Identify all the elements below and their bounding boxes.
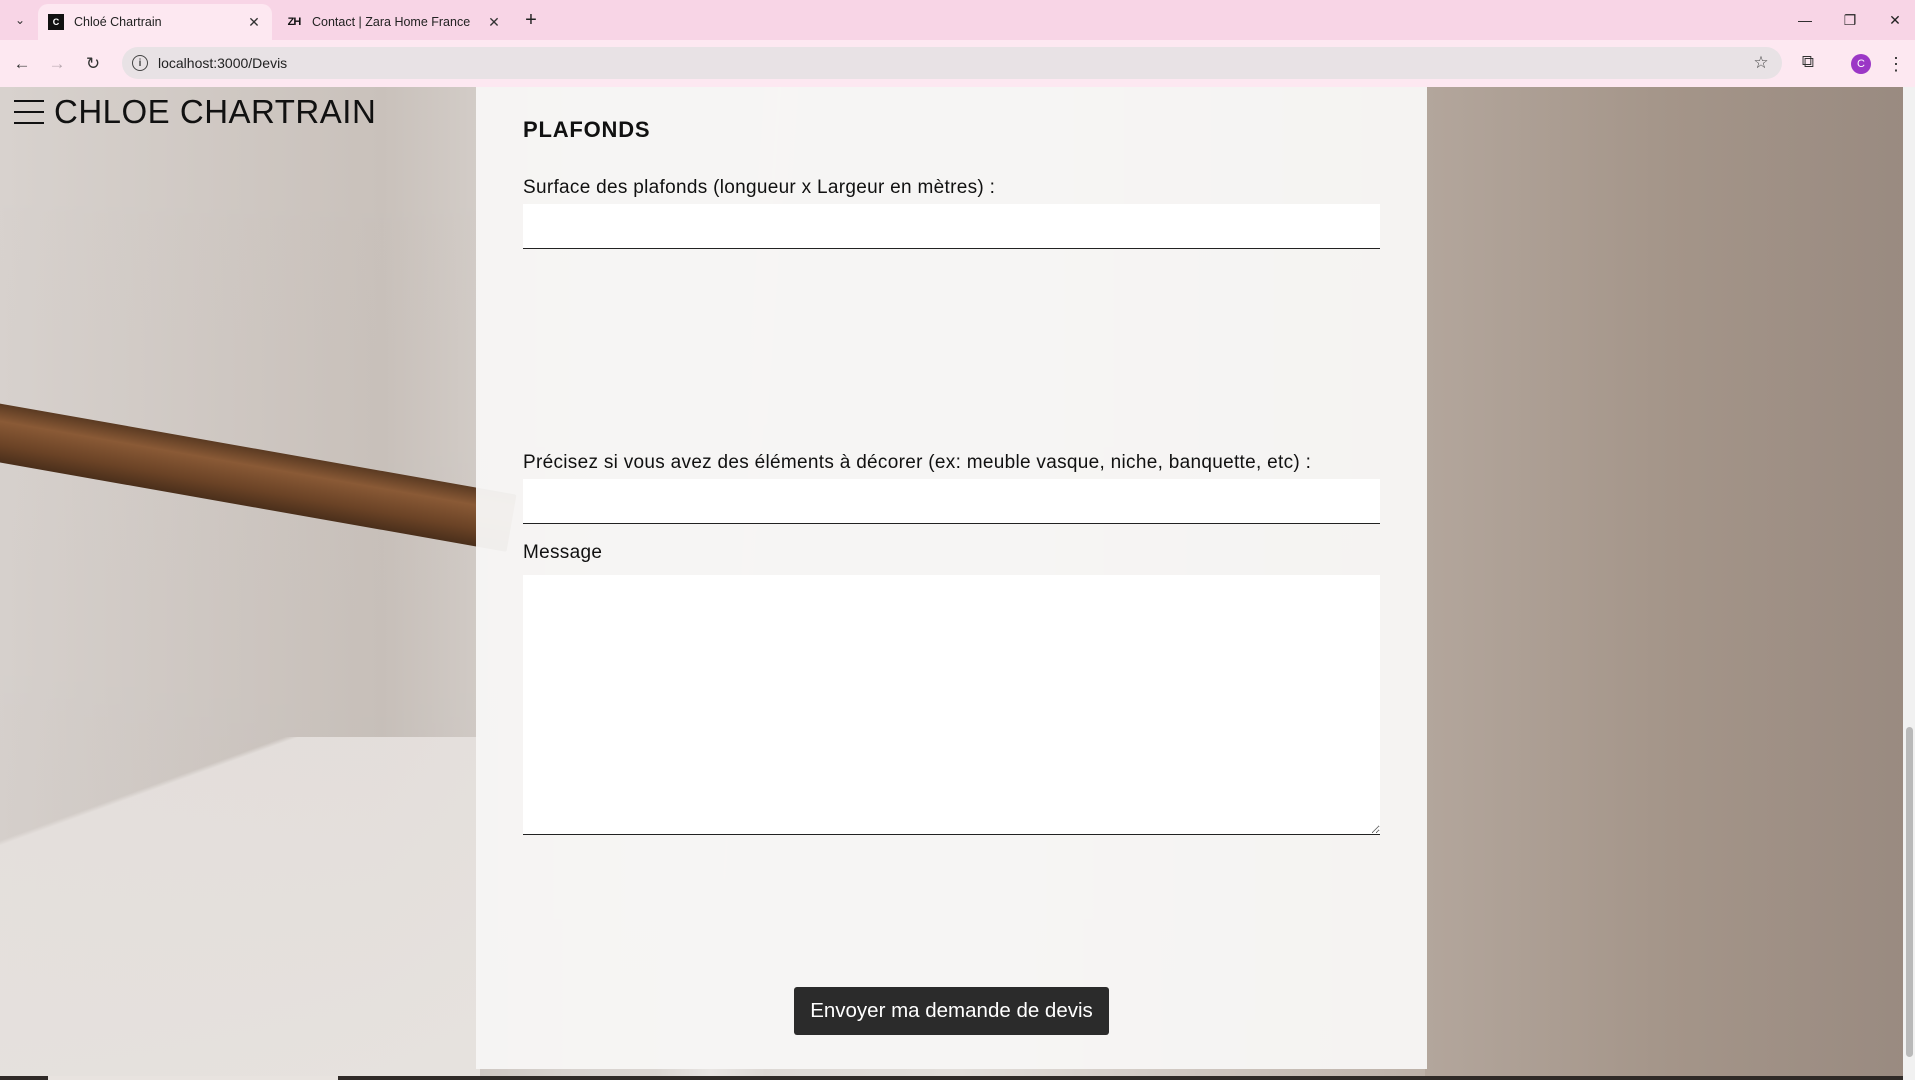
- close-window-icon[interactable]: ✕: [1875, 6, 1915, 34]
- tab-search-chevron-icon[interactable]: ⌄: [9, 9, 31, 31]
- reload-icon[interactable]: ↻: [80, 51, 106, 77]
- ceiling-surface-label: Surface des plafonds (longueur x Largeur…: [523, 177, 996, 198]
- site-favicon-icon: C: [48, 14, 64, 30]
- background-wall-shade: [1425, 87, 1915, 1080]
- message-textarea[interactable]: [523, 575, 1380, 835]
- tab-title: Contact | Zara Home France: [312, 15, 471, 29]
- extensions-puzzle-icon[interactable]: ⧉: [1796, 52, 1820, 76]
- tab-title: Chloé Chartrain: [74, 15, 162, 29]
- page-bottom-strip-segment: [48, 1076, 338, 1080]
- scrollbar-thumb[interactable]: [1906, 727, 1913, 1057]
- site-header: CHLOE CHARTRAIN: [14, 87, 376, 137]
- background-stair-wedge: [0, 737, 480, 1080]
- page-viewport: CHLOE CHARTRAIN PLAFONDS Surface des pla…: [0, 87, 1915, 1080]
- quote-form-panel: PLAFONDS Surface des plafonds (longueur …: [476, 87, 1427, 1069]
- address-bar[interactable]: i localhost:3000/Devis ☆: [122, 47, 1782, 79]
- submit-quote-button[interactable]: Envoyer ma demande de devis: [794, 987, 1109, 1035]
- restore-window-icon[interactable]: ❐: [1830, 6, 1870, 34]
- ceiling-surface-input[interactable]: [523, 204, 1380, 249]
- site-info-icon[interactable]: i: [132, 55, 148, 71]
- close-tab-icon[interactable]: ✕: [246, 14, 262, 30]
- profile-avatar[interactable]: C: [1851, 54, 1871, 74]
- section-title-plafonds: PLAFONDS: [523, 117, 651, 142]
- hamburger-menu-icon[interactable]: [14, 100, 44, 124]
- decor-elements-input[interactable]: [523, 479, 1380, 524]
- browser-tab-bar: ⌄ C Chloé Chartrain ✕ ZH Contact | Zara …: [0, 0, 1915, 40]
- tab-chloe-chartrain[interactable]: C Chloé Chartrain ✕: [38, 4, 272, 40]
- bookmark-star-icon[interactable]: ☆: [1746, 53, 1776, 73]
- minimize-window-icon[interactable]: —: [1785, 6, 1825, 34]
- close-tab-icon[interactable]: ✕: [486, 14, 502, 30]
- browser-menu-icon[interactable]: ⋮: [1887, 52, 1905, 76]
- forward-arrow-icon[interactable]: →: [44, 51, 70, 77]
- message-label: Message: [523, 542, 603, 563]
- new-tab-plus-icon[interactable]: +: [520, 8, 542, 32]
- address-url[interactable]: localhost:3000/Devis: [158, 55, 1746, 71]
- zara-home-favicon-icon: ZH: [287, 16, 302, 28]
- back-arrow-icon[interactable]: ←: [9, 51, 35, 77]
- browser-toolbar: ← → ↻ i localhost:3000/Devis ☆ ⧉ C ⋮: [0, 40, 1915, 87]
- background-wooden-rail: [0, 397, 517, 552]
- decor-elements-label: Précisez si vous avez des éléments à déc…: [523, 452, 1312, 473]
- site-logo[interactable]: CHLOE CHARTRAIN: [54, 93, 376, 131]
- tab-zara-home-contact[interactable]: ZH Contact | Zara Home France ✕: [276, 4, 512, 40]
